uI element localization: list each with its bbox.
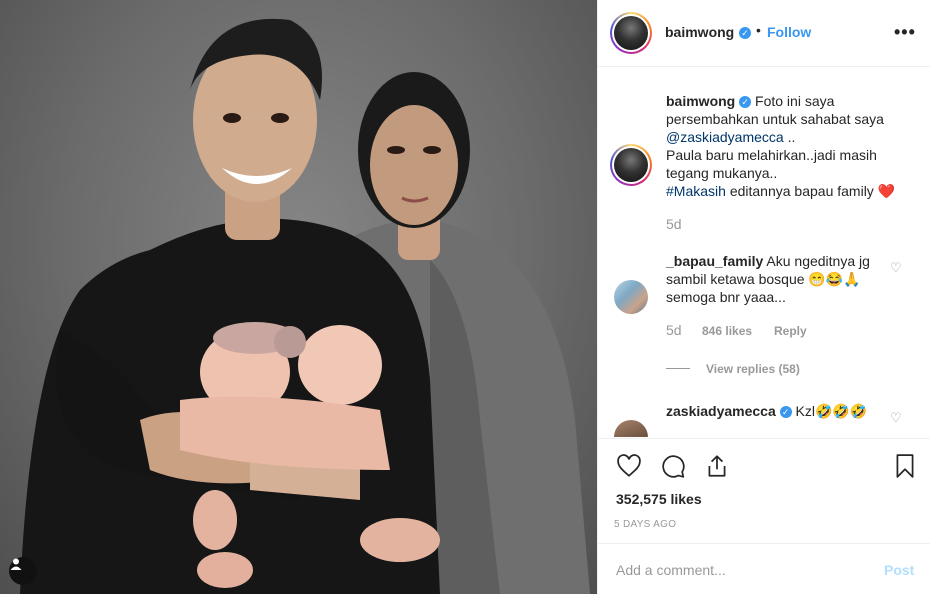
share-icon[interactable]	[704, 453, 730, 479]
post-header: baimwong ✓ • Follow •••	[598, 0, 930, 67]
commenter-avatar[interactable]	[614, 420, 648, 437]
comment-likes-count[interactable]: 846 likes	[702, 324, 752, 338]
post-photo[interactable]	[0, 0, 597, 594]
verified-badge-icon: ✓	[739, 96, 752, 109]
caption-username[interactable]: baimwong	[666, 93, 735, 109]
replies-divider-line	[666, 368, 690, 369]
view-replies-button[interactable]: View replies (58)	[706, 362, 800, 376]
comment-input[interactable]: Add a comment...	[616, 562, 726, 578]
comments-list[interactable]: baimwong ✓ Foto ini saya persembahkan un…	[598, 68, 930, 437]
comment-time[interactable]: 5d	[666, 322, 682, 338]
comment-like-heart-icon[interactable]: ♡	[890, 260, 904, 275]
verified-badge-icon: ✓	[779, 406, 792, 419]
red-heart-emoji: ❤️	[877, 183, 896, 199]
commenter-avatar[interactable]	[614, 280, 648, 314]
caption-text: baimwong ✓ Foto ini saya persembahkan un…	[666, 92, 916, 200]
comment-like-heart-icon[interactable]: ♡	[890, 410, 904, 425]
comment-body: Kzl🤣🤣🤣	[795, 403, 868, 419]
caption-text-3: Paula baru melahirkan..jadi masih tegang…	[666, 147, 877, 181]
caption-hashtag-link[interactable]: #Makasih	[666, 183, 726, 199]
post-date[interactable]: 5 DAYS AGO	[614, 519, 676, 530]
post-comment-button[interactable]: Post	[884, 562, 914, 578]
more-options-icon[interactable]: •••	[894, 22, 916, 43]
caption-author-avatar[interactable]	[610, 144, 652, 186]
post-likes-count[interactable]: 352,575 likes	[616, 491, 702, 507]
speech-bubble-icon[interactable]	[660, 453, 686, 479]
comment-text: zaskiadyamecca ✓ Kzl🤣🤣🤣	[666, 402, 886, 420]
heart-outline-icon[interactable]	[616, 453, 642, 479]
comment-username[interactable]: _bapau_family	[666, 253, 763, 269]
separator-dot: •	[756, 22, 761, 38]
user-tag-icon[interactable]	[9, 557, 37, 585]
post-actions: 352,575 likes 5 DAYS AGO	[598, 438, 930, 543]
post-side-panel: baimwong ✓ • Follow ••• baimwong ✓ Foto …	[597, 0, 930, 594]
comment-username[interactable]: zaskiadyamecca	[666, 403, 776, 419]
photo-illustration	[20, 18, 590, 594]
author-username[interactable]: baimwong	[665, 24, 734, 40]
author-avatar[interactable]	[610, 12, 652, 54]
follow-button[interactable]: Follow	[767, 24, 811, 40]
comment-text: _bapau_family Aku ngeditnya jg sambil ke…	[666, 252, 886, 306]
caption-mention-link[interactable]: @zaskiadyamecca	[666, 129, 784, 145]
add-comment-bar: Add a comment... Post	[598, 543, 930, 594]
comment-reply-button[interactable]: Reply	[774, 324, 807, 338]
caption-time[interactable]: 5d	[666, 216, 682, 232]
bookmark-icon[interactable]	[892, 453, 918, 479]
caption-text-4: editannya bapau family	[729, 183, 874, 199]
caption-text-2: ..	[787, 129, 796, 145]
verified-badge-icon: ✓	[739, 27, 751, 39]
